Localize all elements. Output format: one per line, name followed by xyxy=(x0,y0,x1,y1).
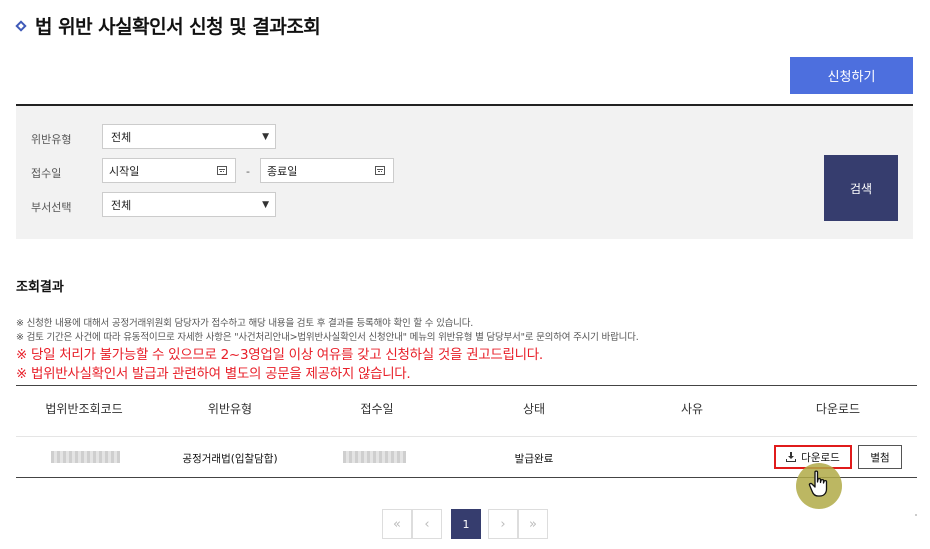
apply-button[interactable]: 신청하기 xyxy=(790,57,913,94)
pagination-last[interactable]: » xyxy=(518,509,548,539)
column-header: 상태 xyxy=(522,402,546,416)
redacted-date xyxy=(343,451,406,463)
download-icon xyxy=(786,452,797,462)
warning-note: ※ 당일 처리가 불가능할 수 있으므로 2~3영업일 이상 여유를 갖고 신청… xyxy=(16,347,543,363)
violation-type-value: 전체 xyxy=(111,130,132,144)
start-date-placeholder: 시작일 xyxy=(109,164,140,178)
scroll-marker xyxy=(915,514,917,516)
calendar-icon[interactable] xyxy=(217,166,227,175)
pagination-first[interactable]: « xyxy=(382,509,412,539)
column-header: 다운로드 xyxy=(815,402,861,416)
department-label: 부서선택 xyxy=(31,201,72,214)
end-date-input[interactable]: 종료일 xyxy=(260,158,394,183)
pagination-next[interactable]: › xyxy=(488,509,518,539)
column-header: 접수일 xyxy=(360,402,394,416)
violation-type-select[interactable]: 전체 ▼ xyxy=(102,124,276,149)
redacted-code xyxy=(51,451,120,463)
violation-type-cell: 공정거래법(입찰담합) xyxy=(182,453,278,465)
diamond-icon xyxy=(15,20,27,32)
department-select[interactable]: 전체 ▼ xyxy=(102,192,276,217)
hand-pointer-icon xyxy=(808,470,828,497)
chevron-down-icon: ▼ xyxy=(262,131,269,142)
warning-note: ※ 법위반사실확인서 발급과 관련하여 별도의 공문을 제공하지 않습니다. xyxy=(16,366,411,382)
results-heading: 조회결과 xyxy=(16,280,64,295)
calendar-icon[interactable] xyxy=(375,166,385,175)
search-panel: 위반유형 전체 ▼ 접수일 시작일 - 종료일 부서선택 전체 ▼ 검색 xyxy=(16,104,913,239)
info-note: ※ 검토 기간은 사건에 따라 유동적이므로 자세한 사항은 "사건처리안내>법… xyxy=(16,332,639,343)
info-note: ※ 신청한 내용에 대해서 공정거래위원회 담당자가 접수하고 해당 내용을 검… xyxy=(16,318,474,329)
status-cell: 발급완료 xyxy=(514,453,554,465)
page-header: 법 위반 사실확인서 신청 및 결과조회 xyxy=(15,12,321,39)
chevron-down-icon: ▼ xyxy=(262,199,269,210)
column-header: 위반유형 xyxy=(207,402,253,416)
search-button[interactable]: 검색 xyxy=(824,155,898,221)
department-value: 전체 xyxy=(111,198,132,212)
receipt-date-label: 접수일 xyxy=(31,167,62,180)
annex-button[interactable]: 별첨 xyxy=(858,445,902,469)
start-date-input[interactable]: 시작일 xyxy=(102,158,236,183)
column-header: 법위반조회코드 xyxy=(45,402,123,416)
page-title: 법 위반 사실확인서 신청 및 결과조회 xyxy=(35,16,321,38)
pagination-page-1[interactable]: 1 xyxy=(451,509,481,539)
table-divider xyxy=(16,477,917,478)
table-divider xyxy=(16,385,917,386)
violation-type-label: 위반유형 xyxy=(31,133,72,146)
pagination-prev[interactable]: ‹ xyxy=(412,509,442,539)
date-separator: - xyxy=(246,165,250,178)
column-header: 사유 xyxy=(680,402,704,416)
table-divider xyxy=(16,436,917,437)
end-date-placeholder: 종료일 xyxy=(267,164,298,178)
